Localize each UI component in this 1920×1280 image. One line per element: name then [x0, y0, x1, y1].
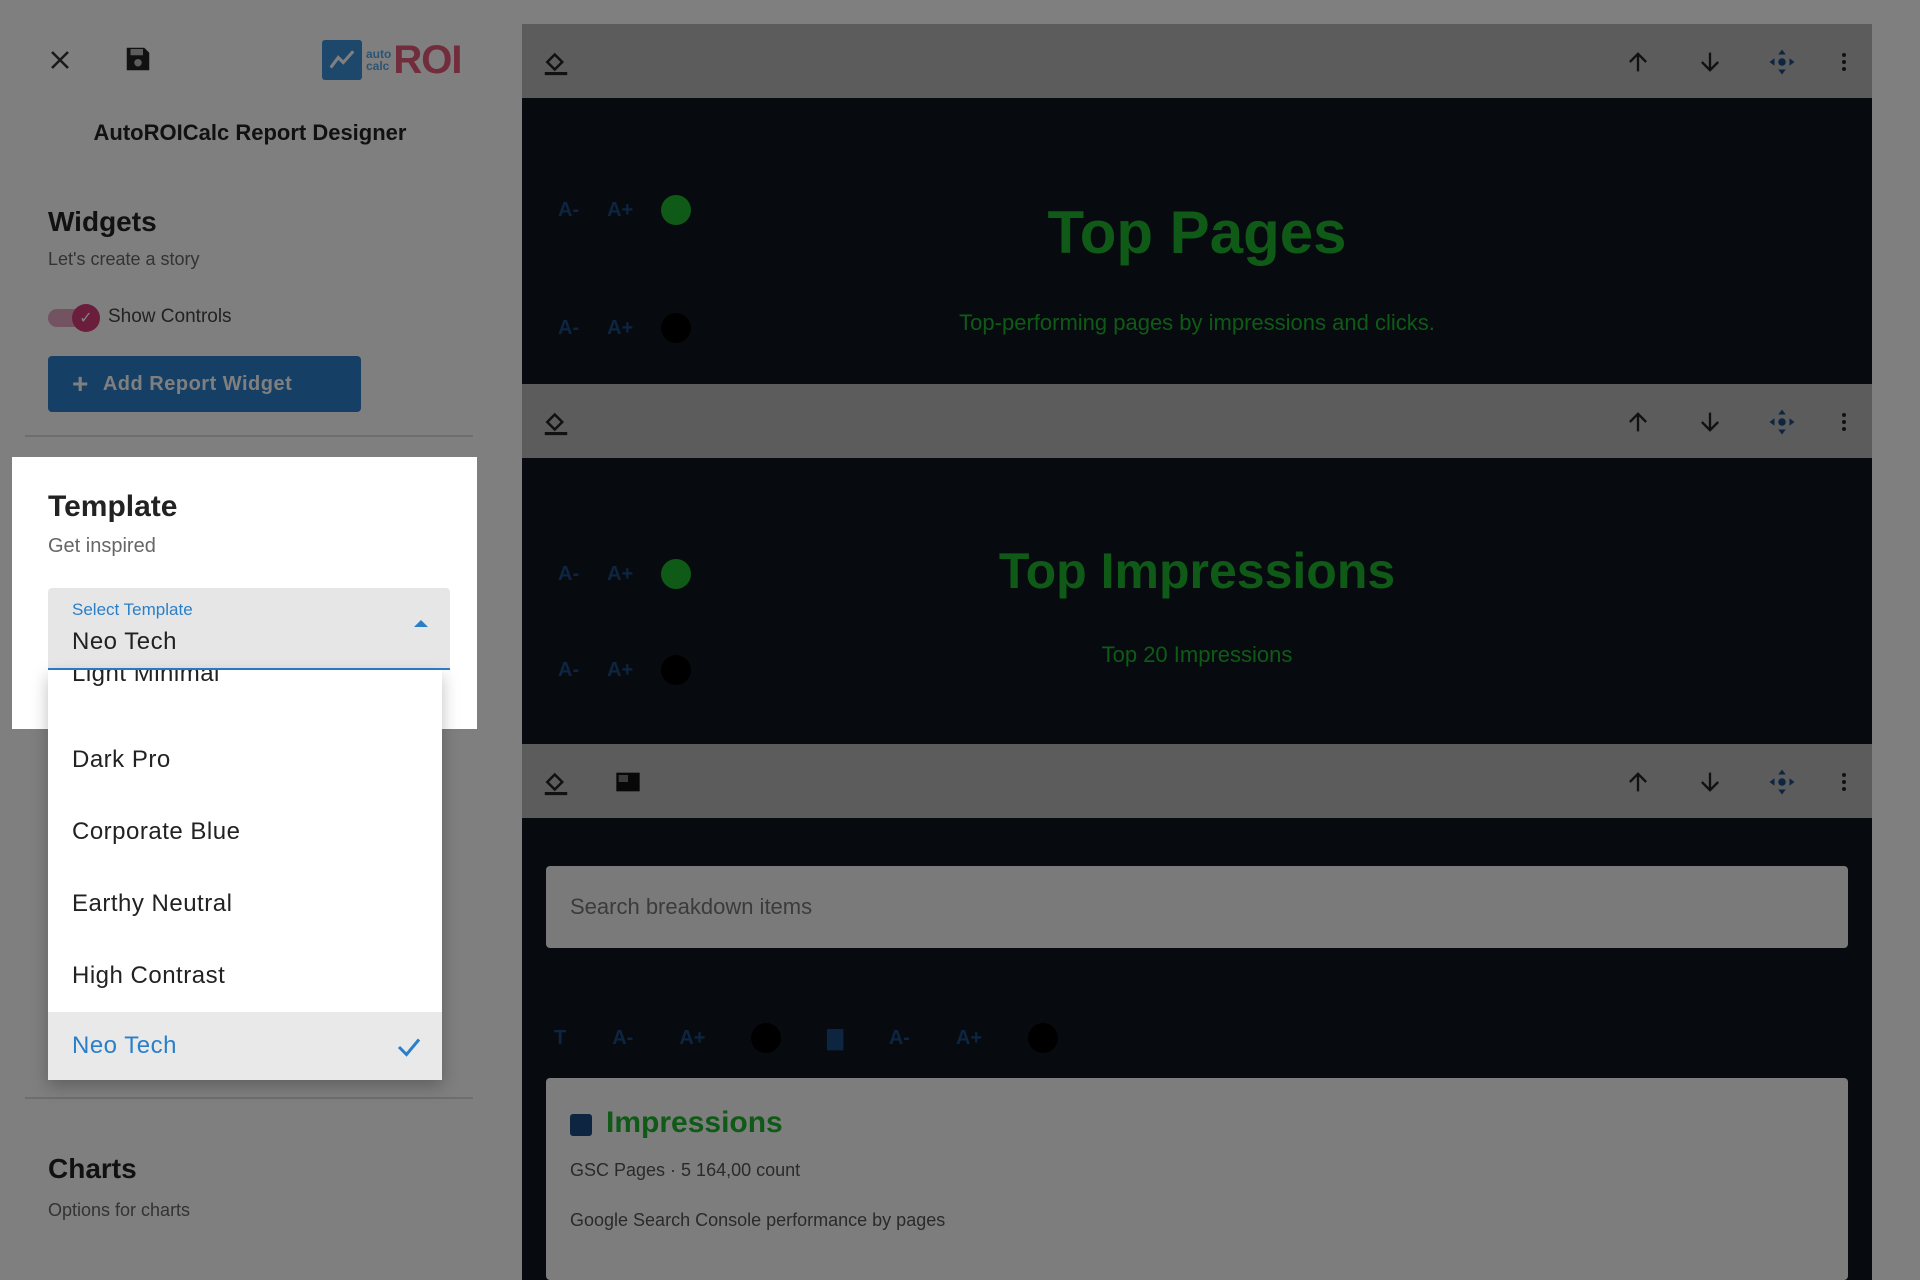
breakdown-search-input[interactable]: Search breakdown items	[546, 866, 1848, 948]
widget-toolbar	[522, 384, 1872, 458]
color-swatch[interactable]	[751, 1023, 782, 1053]
show-controls-toggle[interactable]: ✓	[48, 304, 104, 332]
move-icon[interactable]	[1762, 762, 1802, 802]
charts-panel: Charts Options for charts	[25, 1097, 473, 1280]
breakdown-text-controls: T A- A+ ▇ A- A+	[554, 1018, 1059, 1058]
template-subtitle: Get inspired	[48, 535, 156, 557]
logo-chart-icon	[322, 40, 362, 80]
arrow-down-icon[interactable]	[1690, 42, 1730, 82]
widgets-title: Widgets	[48, 206, 157, 237]
option-label: Light Minimal	[72, 670, 220, 687]
caret-up-icon	[414, 620, 428, 627]
metric-icon	[570, 1114, 592, 1136]
breakdown-card-title: Impressions	[606, 1106, 783, 1139]
close-icon	[51, 51, 69, 69]
more-vert-icon[interactable]	[1824, 762, 1864, 802]
arrow-up-icon[interactable]	[1618, 42, 1658, 82]
breakdown-card-description: Google Search Console performance by pag…	[570, 1210, 946, 1230]
logo-roi-text: ROI	[393, 37, 462, 82]
option-light-minimal[interactable]: Light Minimal	[48, 670, 442, 710]
arrow-down-icon[interactable]	[1690, 402, 1730, 442]
more-vert-icon[interactable]	[1824, 42, 1864, 82]
option-corporate-blue[interactable]: Corporate Blue	[48, 796, 442, 868]
arrow-down-icon[interactable]	[1690, 762, 1730, 802]
breakdown-card-meta: GSC Pages · 5 164,00 count	[570, 1160, 801, 1180]
more-vert-icon[interactable]	[1824, 402, 1864, 442]
comment-icon[interactable]: ▇	[827, 1026, 842, 1051]
check-icon: ✓	[72, 304, 100, 332]
widget-title: Top Impressions	[998, 543, 1396, 599]
color-swatch[interactable]	[1028, 1023, 1059, 1053]
sidebar-topbar: auto calc ROI	[0, 0, 500, 110]
widget-toolbar	[522, 744, 1872, 818]
template-options-menu: Light Minimal Dark Pro Corporate Blue Ea…	[48, 670, 442, 1080]
option-label: Dark Pro	[72, 746, 171, 773]
increase-font-button[interactable]: A+	[956, 1027, 982, 1050]
widget-top-pages: A- A+ A- A+ Top Pages Top-performing pag…	[522, 98, 1872, 384]
show-controls-label: Show Controls	[108, 306, 232, 327]
plus-icon: +	[72, 368, 89, 399]
charts-title: Charts	[48, 1153, 137, 1184]
close-button[interactable]	[40, 40, 80, 80]
app-logo: auto calc ROI	[322, 36, 477, 84]
template-title: Template	[48, 490, 178, 523]
decrease-font-button[interactable]: A-	[612, 1027, 633, 1050]
add-report-widget-label: Add Report Widget	[102, 372, 293, 395]
logo-small-text: auto calc	[366, 47, 392, 73]
widget-title: Top Pages	[1047, 199, 1347, 266]
widgets-subtitle: Let's create a story	[48, 249, 200, 269]
option-high-contrast[interactable]: High Contrast	[48, 940, 442, 1012]
paint-bucket-icon[interactable]	[536, 762, 576, 802]
option-label: High Contrast	[72, 962, 226, 989]
decrease-font-button[interactable]: A-	[889, 1027, 910, 1050]
check-icon	[397, 1038, 421, 1057]
save-button[interactable]	[117, 38, 159, 80]
widget-top-impressions: A- A+ A- A+ Top Impressions Top 20 Impre…	[522, 458, 1872, 744]
option-label: Earthy Neutral	[72, 890, 233, 917]
page-title: AutoROICalc Report Designer	[93, 120, 407, 145]
arrow-up-icon[interactable]	[1618, 402, 1658, 442]
move-icon[interactable]	[1762, 42, 1802, 82]
option-dark-pro[interactable]: Dark Pro	[48, 724, 442, 796]
option-label: Corporate Blue	[72, 818, 241, 845]
paint-bucket-icon[interactable]	[536, 42, 576, 82]
select-template-label: Select Template	[72, 600, 193, 619]
widget-subtitle: Top 20 Impressions	[1101, 642, 1293, 667]
breakdown-card: Impressions GSC Pages · 5 164,00 count G…	[546, 1078, 1848, 1280]
option-neo-tech[interactable]: Neo Tech	[48, 1012, 442, 1080]
add-report-widget-button[interactable]: + Add Report Widget	[48, 356, 361, 412]
paint-bucket-icon[interactable]	[536, 402, 576, 442]
widget-subtitle: Top-performing pages by impressions and …	[959, 310, 1435, 335]
text-style-button[interactable]: T	[554, 1027, 566, 1050]
move-icon[interactable]	[1762, 402, 1802, 442]
arrow-up-icon[interactable]	[1618, 762, 1658, 802]
charts-subtitle: Options for charts	[48, 1200, 191, 1220]
save-icon	[126, 47, 150, 71]
select-template-dropdown[interactable]: Select Template Neo Tech	[48, 588, 450, 670]
report-canvas: A- A+ A- A+ Top Pages Top-performing pag…	[522, 24, 1872, 1280]
increase-font-button[interactable]: A+	[679, 1027, 705, 1050]
widgets-panel: Widgets Let's create a story ✓ Show Cont…	[25, 182, 473, 437]
widget-toolbar	[522, 24, 1872, 98]
option-earthy-neutral[interactable]: Earthy Neutral	[48, 868, 442, 940]
layout-icon[interactable]	[608, 762, 648, 802]
select-template-value: Neo Tech	[72, 628, 177, 655]
option-label: Neo Tech	[72, 1032, 177, 1059]
